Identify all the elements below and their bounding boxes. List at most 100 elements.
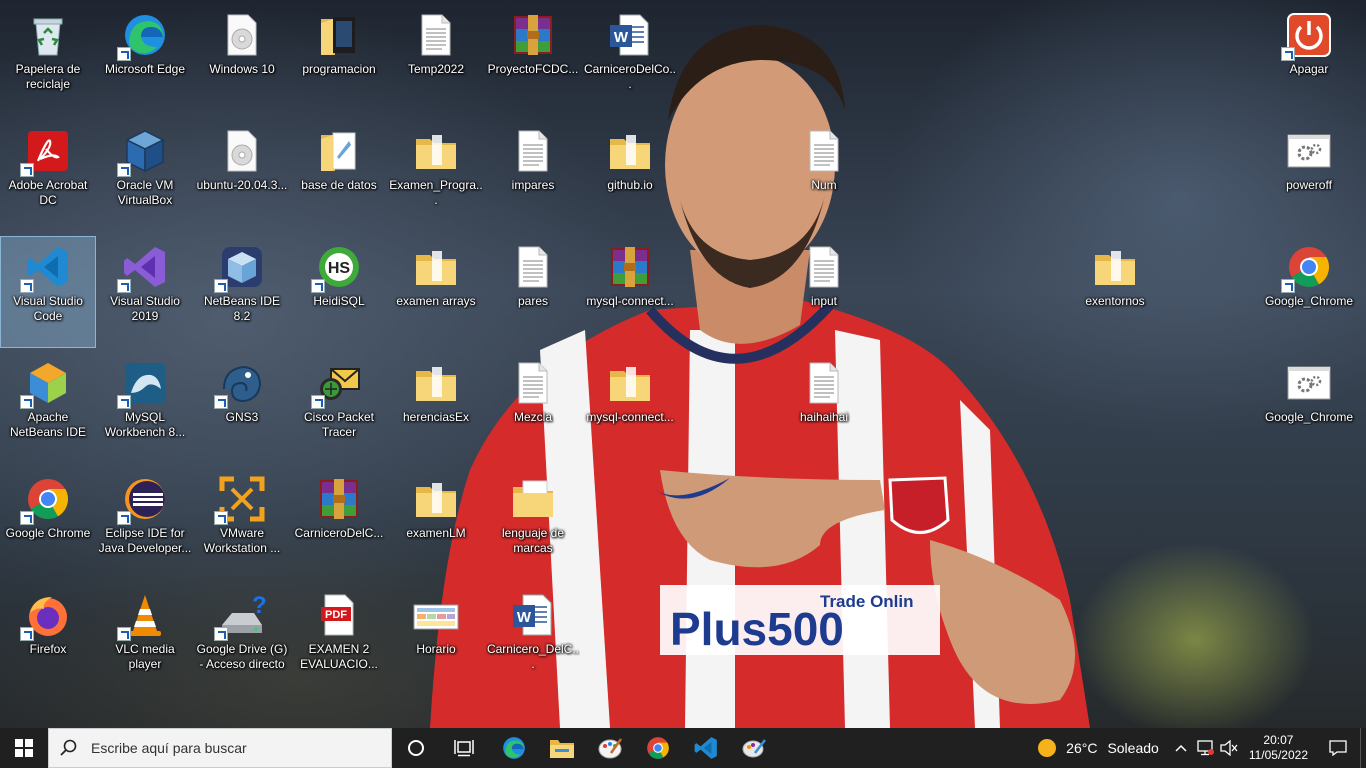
icon-label: CarniceroDelC... <box>294 526 384 540</box>
carnicero-doc[interactable]: CarniceroDelCo... <box>582 4 678 116</box>
google-drive-shortcut[interactable]: ? Google Drive (G) - Acceso directo <box>194 584 290 696</box>
folder-icon <box>509 475 557 523</box>
show-hidden-icons-button[interactable] <box>1169 728 1193 768</box>
packet-tracer-icon <box>311 359 363 409</box>
examenlm-folder[interactable]: examenLM <box>388 468 484 580</box>
exentornos-folder[interactable]: exentornos <box>1067 236 1163 348</box>
impares-file[interactable]: impares <box>485 120 581 232</box>
volume-button[interactable] <box>1217 728 1241 768</box>
taskbar-paint-3d-button[interactable] <box>730 728 778 768</box>
winrar-archive-icon <box>509 11 557 59</box>
input-file[interactable]: input <box>776 236 872 348</box>
google-chrome-shortcut-right[interactable]: Google_Chrome <box>1261 236 1357 348</box>
horario-image[interactable]: Horario <box>388 584 484 696</box>
windows10-iso[interactable]: Windows 10 <box>194 4 290 116</box>
taskbar-edge-button[interactable] <box>490 728 538 768</box>
google-chrome-shortcut[interactable]: Google Chrome <box>0 468 96 580</box>
programacion-folder[interactable]: programacion <box>291 4 387 116</box>
firefox-shortcut[interactable]: Firefox <box>0 584 96 696</box>
text-file-icon <box>800 359 848 407</box>
pares-file[interactable]: pares <box>485 236 581 348</box>
herenciasex-folder[interactable]: herenciasEx <box>388 352 484 464</box>
weather-widget[interactable]: 26°C Soleado <box>1038 739 1159 757</box>
vscode-shortcut[interactable]: Visual Studio Code <box>0 236 96 348</box>
chevron-up-icon <box>1175 744 1187 752</box>
google-chrome-file-right[interactable]: Google_Chrome <box>1261 352 1357 464</box>
word-document-icon <box>509 591 557 639</box>
icon-label: Carnicero_DelC... <box>486 642 580 671</box>
icon-label: Google_Chrome <box>1264 294 1354 308</box>
examen2-pdf[interactable]: PDF EXAMEN 2 EVALUACIO... <box>291 584 387 696</box>
windows-logo-icon <box>15 739 33 757</box>
cisco-packet-tracer-shortcut[interactable]: Cisco Packet Tracer <box>291 352 387 464</box>
network-button[interactable] <box>1193 728 1217 768</box>
power-icon <box>1281 11 1333 61</box>
search-box[interactable] <box>48 728 392 768</box>
icon-label: Num <box>811 178 837 192</box>
icon-label: Apache NetBeans IDE 12.5 <box>9 410 87 439</box>
examen-arrays-folder[interactable]: examen arrays <box>388 236 484 348</box>
recycle-bin-shortcut[interactable]: Papelera de reciclaje <box>0 4 96 116</box>
vmware-icon <box>214 475 266 525</box>
folder-icon <box>315 127 363 175</box>
notification-icon <box>1329 740 1347 756</box>
taskbar-paint-button[interactable] <box>586 728 634 768</box>
icon-label: Visual Studio Code <box>13 294 83 323</box>
icon-label: Oracle VM VirtualBox <box>116 178 174 207</box>
icon-label: Eclipse IDE for Java Developer... <box>98 526 192 555</box>
gear-file-icon <box>1285 127 1333 175</box>
icon-label: impares <box>511 178 555 192</box>
apagar-shortcut[interactable]: Apagar <box>1261 4 1357 116</box>
adobe-acrobat-shortcut[interactable]: Adobe Acrobat DC <box>0 120 96 232</box>
microsoft-edge-shortcut[interactable]: Microsoft Edge <box>97 4 193 116</box>
icon-label: Horario <box>416 642 456 656</box>
vlc-shortcut[interactable]: VLC media player <box>97 584 193 696</box>
vmware-shortcut[interactable]: VMware Workstation ... <box>194 468 290 580</box>
cortana-button[interactable] <box>392 728 440 768</box>
base-de-datos-folder[interactable]: base de datos <box>291 120 387 232</box>
taskbar-file-explorer-button[interactable] <box>538 728 586 768</box>
temp2022-file[interactable]: Temp2022 <box>388 4 484 116</box>
gns3-shortcut[interactable]: GNS3 <box>194 352 290 464</box>
carnicero-rar[interactable]: CarniceroDelC... <box>291 468 387 580</box>
icon-label: VMware Workstation ... <box>203 526 281 555</box>
pdf-file-icon: PDF <box>315 591 363 639</box>
mysql-workbench-shortcut[interactable]: MySQL Workbench 8... <box>97 352 193 464</box>
taskbar-vscode-button[interactable] <box>682 728 730 768</box>
text-file-icon <box>800 243 848 291</box>
show-desktop-button[interactable] <box>1360 728 1366 768</box>
chrome-icon <box>1281 243 1333 293</box>
icon-label: Microsoft Edge <box>104 62 186 76</box>
proyecto-rar[interactable]: ProyectoFCDC... <box>485 4 581 116</box>
clock-time: 20:07 <box>1263 733 1294 747</box>
taskbar-chrome-button[interactable] <box>634 728 682 768</box>
file-explorer-icon <box>550 740 574 758</box>
visual-studio-2019-shortcut[interactable]: Visual Studio 2019 <box>97 236 193 348</box>
task-view-button[interactable] <box>440 728 488 768</box>
netbeans82-shortcut[interactable]: NetBeans IDE 8.2 <box>194 236 290 348</box>
virtualbox-shortcut[interactable]: Oracle VM VirtualBox <box>97 120 193 232</box>
start-button[interactable] <box>0 728 48 768</box>
apache-netbeans-shortcut[interactable]: Apache NetBeans IDE 12.5 <box>0 352 96 464</box>
ubuntu-iso[interactable]: ubuntu-20.04.3... <box>194 120 290 232</box>
lenguaje-de-marcas-folder[interactable]: lenguaje de marcas <box>485 468 581 580</box>
clock-date: 11/05/2022 <box>1248 748 1308 762</box>
clock[interactable]: 20:07 11/05/2022 <box>1241 733 1316 763</box>
num-file[interactable]: Num <box>776 120 872 232</box>
notification-center-button[interactable] <box>1316 728 1360 768</box>
mezcla-file[interactable]: Mezcla <box>485 352 581 464</box>
eclipse-shortcut[interactable]: Eclipse IDE for Java Developer... <box>97 468 193 580</box>
github-io-folder[interactable]: github.io <box>582 120 678 232</box>
heidisql-icon: HS <box>311 243 363 293</box>
poweroff-file[interactable]: poweroff <box>1261 120 1357 232</box>
folder-icon <box>412 127 460 175</box>
carnicero-docx[interactable]: Carnicero_DelC... <box>485 584 581 696</box>
heidisql-shortcut[interactable]: HS HeidiSQL <box>291 236 387 348</box>
image-file-icon <box>412 591 460 639</box>
examen-progra-folder[interactable]: Examen_Progra... <box>388 120 484 232</box>
mysql-connect-folder[interactable]: mysql-connect... <box>582 352 678 464</box>
haihaihai-file[interactable]: haihaihai <box>776 352 872 464</box>
icon-label: CarniceroDelCo... <box>583 62 677 91</box>
mysql-connect-rar[interactable]: mysql-connect... <box>582 236 678 348</box>
search-input[interactable] <box>89 739 383 757</box>
